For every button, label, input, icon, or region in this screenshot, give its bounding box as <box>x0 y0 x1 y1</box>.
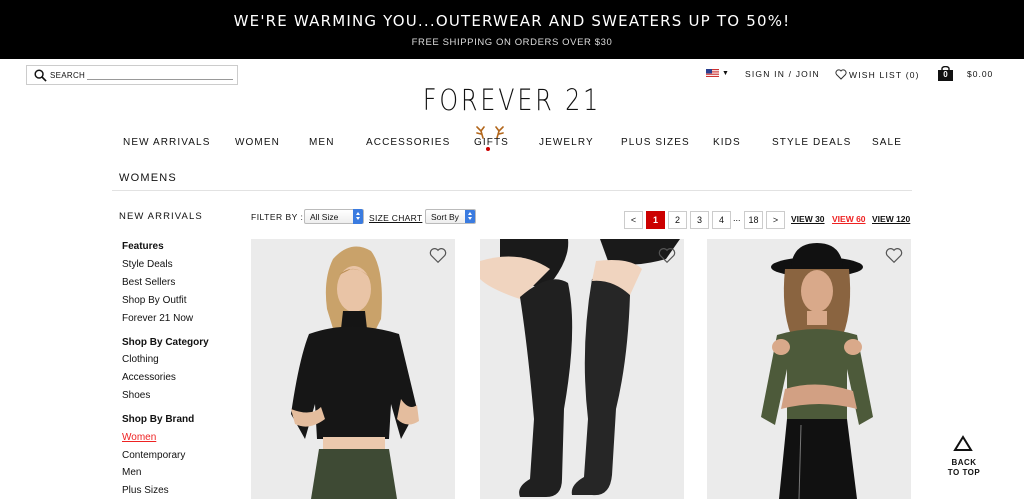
promo-subline: FREE SHIPPING ON ORDERS OVER $30 <box>411 37 613 48</box>
sidebar-heading-features: Features <box>122 241 164 252</box>
sidebar-new-arrivals[interactable]: NEW ARRIVALS <box>119 211 203 222</box>
nav-sale[interactable]: SALE <box>872 137 902 148</box>
view-60-link[interactable]: VIEW 60 <box>832 214 866 224</box>
sidebar-item-contemporary[interactable]: Contemporary <box>122 450 185 461</box>
triangle-up-icon[interactable] <box>953 435 973 452</box>
heart-outline-icon[interactable] <box>658 247 676 264</box>
search-box[interactable]: SEARCH <box>26 65 238 85</box>
sort-select-value: Sort By <box>431 212 459 222</box>
prev-page-button[interactable]: < <box>624 211 643 229</box>
heart-icon[interactable] <box>835 69 847 80</box>
heart-outline-icon[interactable] <box>885 247 903 264</box>
sidebar-item-shoes[interactable]: Shoes <box>122 390 150 401</box>
us-flag-icon[interactable] <box>706 69 719 77</box>
sign-in-link[interactable]: SIGN IN / JOIN <box>745 69 820 79</box>
sidebar-item-clothing[interactable]: Clothing <box>122 354 159 365</box>
promo-headline: WE'RE WARMING YOU...OUTERWEAR AND SWEATE… <box>233 12 791 30</box>
view-30-link[interactable]: VIEW 30 <box>791 214 825 224</box>
page-3-button[interactable]: 3 <box>690 211 709 229</box>
divider <box>112 190 912 191</box>
nav-gifts[interactable]: GIFTS <box>474 137 509 148</box>
cart-total[interactable]: $0.00 <box>967 69 993 79</box>
page-last-button[interactable]: 18 <box>744 211 763 229</box>
back-to-top-line-1: BACK <box>951 458 977 467</box>
search-icon <box>34 69 47 82</box>
nav-plus-sizes[interactable]: PLUS SIZES <box>621 137 690 148</box>
sidebar-item-men[interactable]: Men <box>122 467 141 478</box>
size-select-value: All Size <box>310 212 339 222</box>
sidebar-item-style-deals[interactable]: Style Deals <box>122 259 173 270</box>
promo-banner[interactable]: WE'RE WARMING YOU...OUTERWEAR AND SWEATE… <box>0 0 1024 59</box>
nav-men[interactable]: MEN <box>309 137 335 148</box>
product-card[interactable] <box>251 239 455 499</box>
product-card[interactable] <box>480 239 684 499</box>
select-arrows-icon <box>465 210 475 223</box>
sidebar-item-forever21-now[interactable]: Forever 21 Now <box>122 313 193 324</box>
product-image-turtleneck[interactable] <box>251 239 455 499</box>
sidebar-item-plus-sizes[interactable]: Plus Sizes <box>122 485 169 496</box>
sidebar-heading-brand: Shop By Brand <box>122 414 195 425</box>
nav-accessories[interactable]: ACCESSORIES <box>366 137 450 148</box>
nav-new-arrivals[interactable]: NEW ARRIVALS <box>123 137 210 148</box>
nav-kids[interactable]: KIDS <box>713 137 741 148</box>
heart-outline-icon[interactable] <box>429 247 447 264</box>
page-2-button[interactable]: 2 <box>668 211 687 229</box>
sidebar-item-women[interactable]: Women <box>122 432 156 443</box>
product-image-boots[interactable] <box>480 239 684 499</box>
back-to-top-button[interactable]: BACK TO TOP <box>946 458 982 478</box>
filter-label: FILTER BY : <box>251 212 304 222</box>
sidebar-item-shop-by-outfit[interactable]: Shop By Outfit <box>122 295 186 306</box>
page-1-button[interactable]: 1 <box>646 211 665 229</box>
sidebar-heading-category: Shop By Category <box>122 337 209 348</box>
chevron-down-icon[interactable]: ▼ <box>722 70 729 77</box>
wish-list-link[interactable]: WISH LIST (0) <box>849 70 920 80</box>
next-page-button[interactable]: > <box>766 211 785 229</box>
nose-dot <box>486 147 490 151</box>
nav-women[interactable]: WOMEN <box>235 137 280 148</box>
bag-count: 0 <box>943 70 948 79</box>
sidebar-item-accessories[interactable]: Accessories <box>122 372 176 383</box>
nav-style-deals[interactable]: STYLE DEALS <box>772 137 851 148</box>
back-to-top-line-2: TO TOP <box>947 468 981 477</box>
product-image-cold-shoulder[interactable] <box>707 239 911 499</box>
select-arrows-icon <box>353 209 363 224</box>
page-4-button[interactable]: 4 <box>712 211 731 229</box>
size-select[interactable]: All Size <box>304 209 364 224</box>
size-chart-link[interactable]: SIZE CHART <box>369 213 422 223</box>
pagination-ellipsis: ... <box>733 213 741 223</box>
search-label: SEARCH <box>50 71 86 80</box>
sort-select[interactable]: Sort By <box>425 209 476 224</box>
page-title: WOMENS <box>119 172 177 184</box>
nav-jewelry[interactable]: JEWELRY <box>539 137 594 148</box>
sidebar-item-best-sellers[interactable]: Best Sellers <box>122 277 175 288</box>
product-card[interactable] <box>707 239 911 499</box>
site-logo[interactable]: FOREVER 21 <box>92 83 932 117</box>
search-input[interactable] <box>87 79 233 80</box>
view-120-link[interactable]: VIEW 120 <box>872 214 910 224</box>
